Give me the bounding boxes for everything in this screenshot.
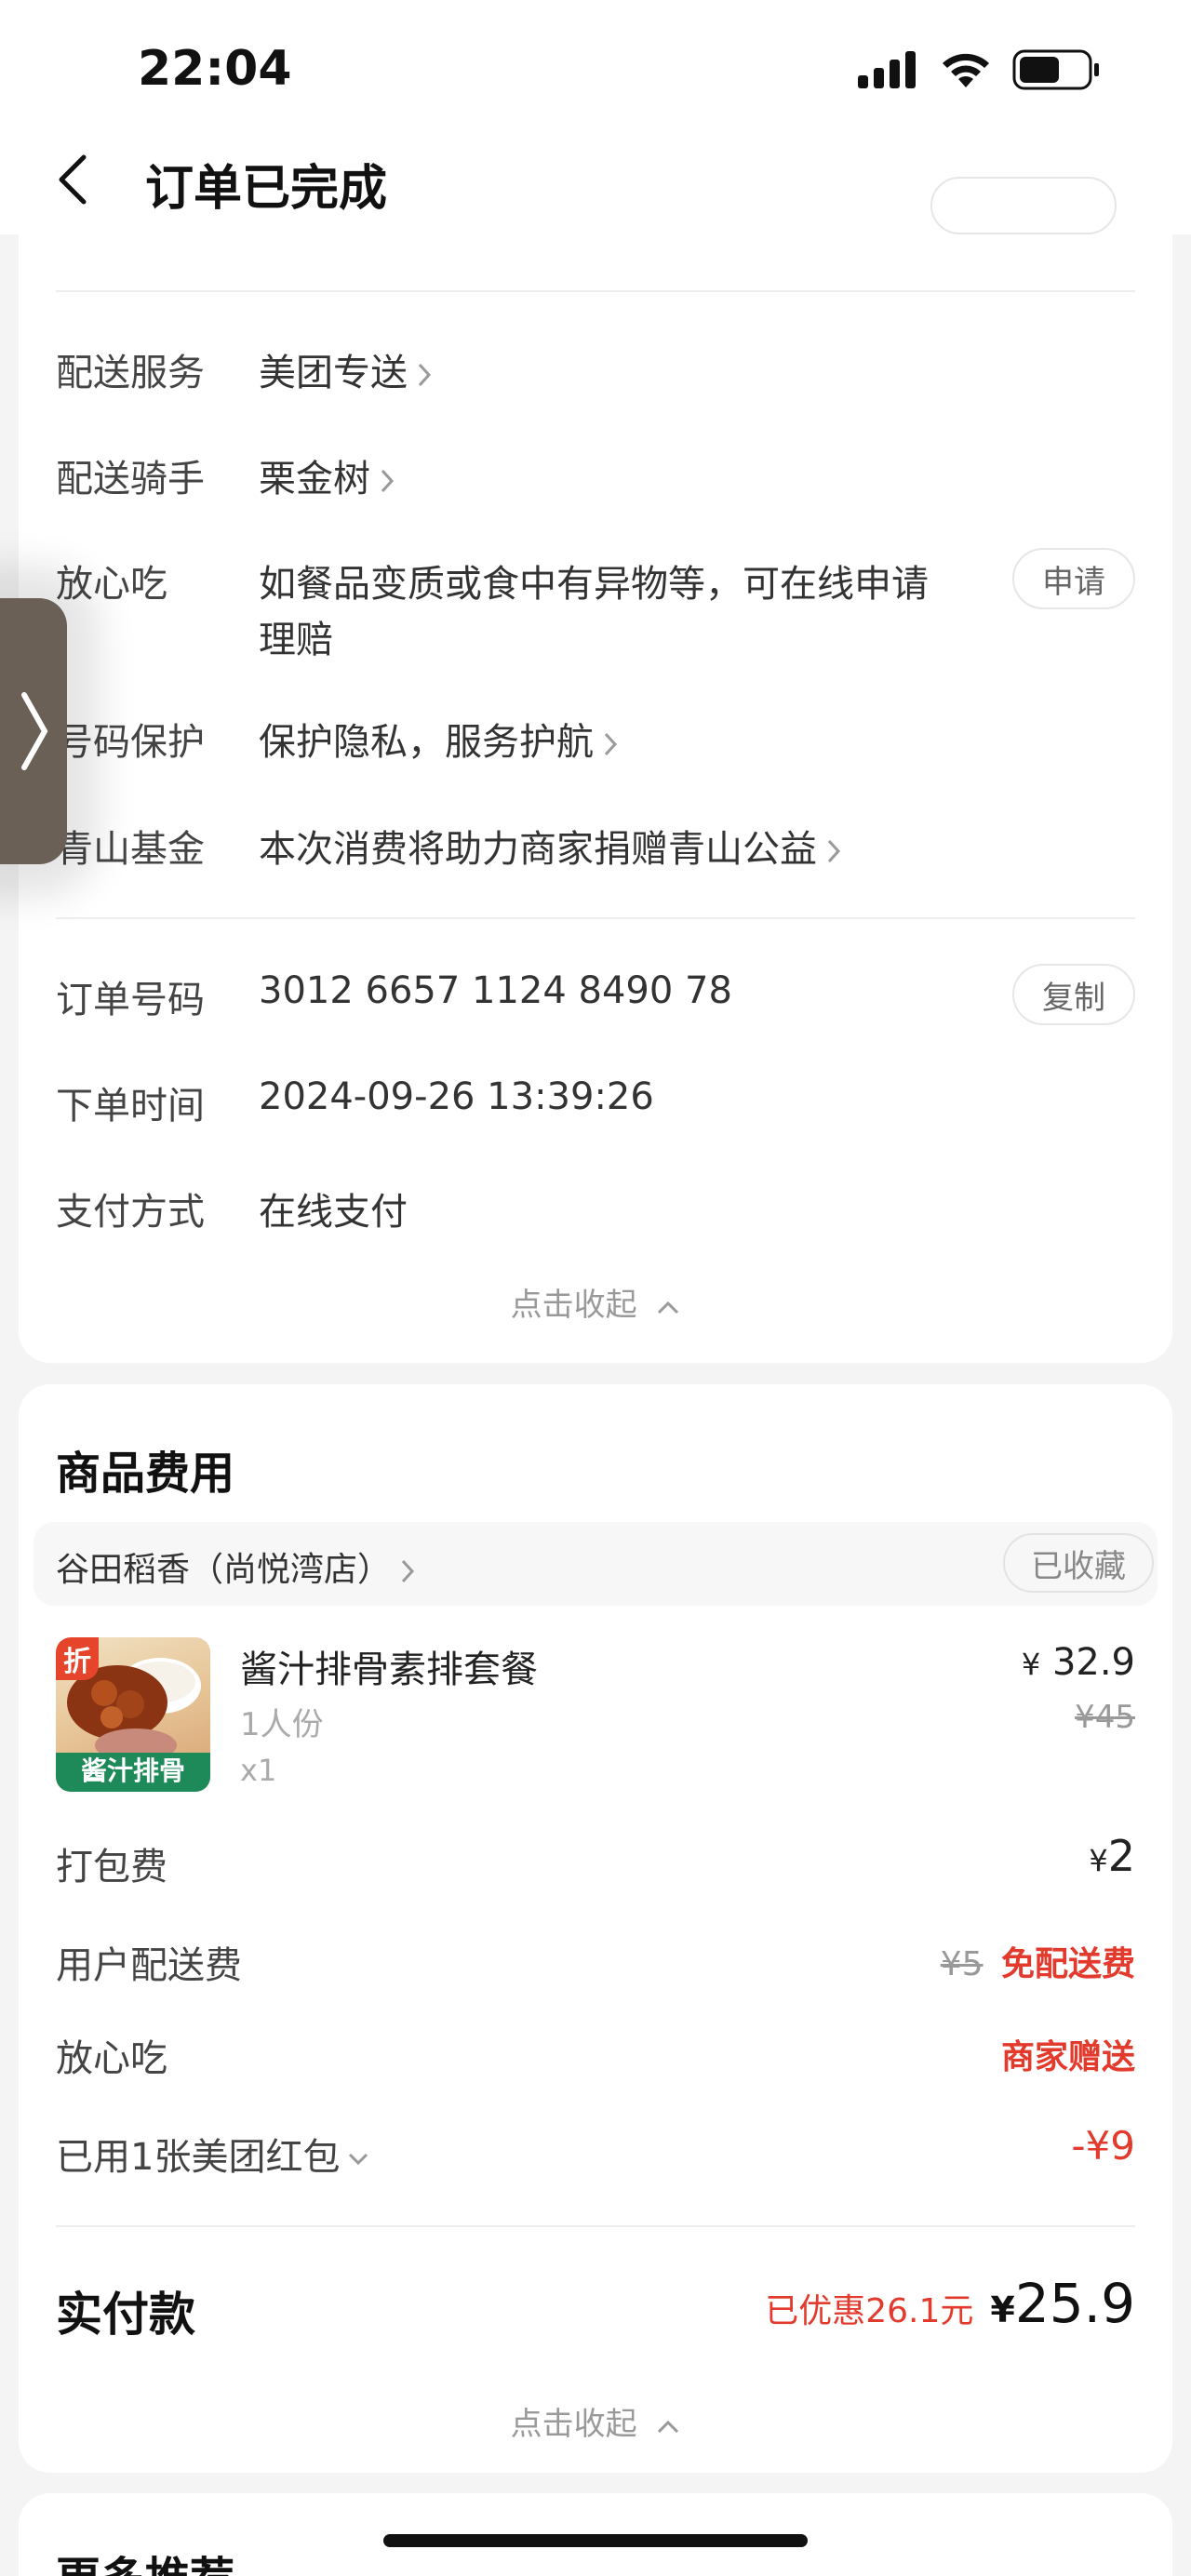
total-label: 实付款: [56, 2288, 195, 2342]
fee-card: 商品费用 谷田稻香（尚悦湾店） 已收藏 折 酱汁排骨 酱汁排骨素排套餐 1人份 …: [19, 1384, 1172, 2473]
item-price: ¥ 32.9: [1021, 1641, 1135, 1684]
free-delivery-text: 免配送费: [1000, 1945, 1135, 1983]
packing-fee-value: ¥2: [1089, 1831, 1135, 1881]
red-packet-row[interactable]: 已用1张美团红包: [56, 2127, 1135, 2182]
safe-eat-row: 放心吃 如餐品变质或食中有异物等，可在线申请 理赔 申请: [56, 548, 1135, 674]
collapse-button[interactable]: 点击收起: [19, 1279, 1172, 1325]
total-block: 已优惠26.1元 ¥25.9: [765, 2272, 1135, 2335]
item-spec: 1人份: [240, 1706, 324, 1743]
chevron-right-icon: [381, 469, 395, 493]
status-icons: [858, 48, 1102, 91]
status-time: 22:04: [138, 41, 292, 97]
safe-eat-fee-label: 放心吃: [56, 2037, 167, 2080]
total-amount: ¥25.9: [990, 2272, 1135, 2335]
order-number-label: 订单号码: [56, 979, 205, 1021]
chevron-up-icon: [658, 1301, 679, 1315]
safe-eat-fee-row: 放心吃: [56, 2028, 1135, 2084]
payment-row: 支付方式 在线支付: [56, 1181, 1135, 1237]
image-caption: 酱汁排骨: [80, 1755, 185, 1786]
chevron-right-icon: [21, 692, 48, 770]
status-bar: 22:04: [0, 0, 1191, 130]
divider: [56, 917, 1135, 919]
recommend-title: 更多推荐: [56, 2542, 234, 2576]
safe-eat-line2: 理赔: [259, 619, 333, 661]
wifi-icon: [943, 53, 989, 87]
privacy-value: 保护隐私，服务护航: [259, 712, 618, 766]
discount-text: 已优惠26.1元: [765, 2292, 974, 2330]
shop-bar[interactable]: 谷田稻香（尚悦湾店） 已收藏: [33, 1522, 1158, 1606]
favorite-button[interactable]: 已收藏: [1003, 1533, 1154, 1593]
order-number-value: 3012 6657 1124 8490 78: [259, 969, 732, 1012]
item-image[interactable]: 折 酱汁排骨: [56, 1637, 210, 1792]
rider-row[interactable]: 配送骑手 栗金树: [56, 448, 1135, 504]
item-qty: x1: [240, 1753, 277, 1788]
rider-label: 配送骑手: [56, 458, 205, 501]
payment-value: 在线支付: [259, 1191, 408, 1234]
divider: [56, 290, 1135, 292]
red-packet-value: -¥9: [1071, 2123, 1135, 2169]
packing-fee-label: 打包费: [56, 1846, 167, 1889]
delivery-fee-label: 用户配送费: [56, 1944, 242, 1987]
payment-label: 支付方式: [56, 1191, 205, 1234]
side-drawer-tab[interactable]: [0, 598, 67, 864]
order-info-card: 配送服务 美团专送 配送骑手 栗金树 放心吃 如餐品变质或食中有异物等，可在线申…: [19, 177, 1172, 1363]
chevron-right-icon: [401, 1559, 415, 1583]
discount-badge: 折: [56, 1637, 99, 1680]
item-original-price: ¥45: [1075, 1699, 1135, 1736]
chevron-down-icon: [349, 2153, 368, 2166]
chevron-right-icon: [604, 732, 618, 756]
home-indicator: [383, 2534, 808, 2547]
battery-icon: [1012, 49, 1099, 90]
chevron-up-icon: [658, 2420, 679, 2434]
collapse-label: 点击收起: [510, 1287, 637, 1324]
back-button[interactable]: [56, 147, 112, 212]
safe-eat-fee-value: 商家赠送: [1000, 2038, 1135, 2076]
delivery-fee-value: ¥5 免配送费: [941, 1937, 1135, 1985]
copy-button[interactable]: 复制: [1012, 964, 1135, 1025]
chevron-left-icon: [59, 154, 87, 205]
safe-eat-label: 放心吃: [56, 563, 167, 606]
partial-pill: [930, 177, 1117, 234]
delivery-service-row[interactable]: 配送服务 美团专送: [56, 342, 1135, 398]
fee-section-title: 商品费用: [56, 1448, 235, 1500]
collapse-button[interactable]: 点击收起: [19, 2398, 1172, 2444]
delivery-fee-original: ¥5: [940, 1945, 984, 1983]
privacy-label: 号码保护: [56, 721, 205, 764]
order-time-row: 下单时间 2024-09-26 13:39:26: [56, 1075, 1135, 1131]
rider-value: 栗金树: [259, 448, 395, 502]
order-time-label: 下单时间: [56, 1085, 205, 1128]
chevron-right-icon: [418, 363, 432, 387]
signal-icon: [858, 51, 916, 88]
chevron-right-icon: [827, 839, 841, 863]
safe-eat-line1: 如餐品变质或食中有异物等，可在线申请: [259, 563, 929, 606]
delivery-service-value: 美团专送: [259, 342, 432, 396]
packing-fee-row: 打包费: [56, 1836, 1135, 1892]
item-name: 酱汁排骨素排套餐: [240, 1648, 538, 1691]
privacy-row[interactable]: 号码保护 保护隐私，服务护航: [56, 712, 1135, 767]
page-title: 订单已完成: [145, 161, 388, 217]
order-time-value: 2024-09-26 13:39:26: [259, 1075, 654, 1118]
fund-value: 本次消费将助力商家捐赠青山公益: [259, 819, 841, 873]
red-packet-label: 已用1张美团红包: [56, 2127, 369, 2181]
order-number-row: 订单号码 3012 6657 1124 8490 78 复制: [56, 964, 1135, 1025]
divider: [56, 2225, 1135, 2227]
delivery-service-label: 配送服务: [56, 352, 205, 394]
collapse-label: 点击收起: [510, 2406, 637, 2443]
apply-button[interactable]: 申请: [1012, 548, 1135, 609]
fund-label: 青山基金: [56, 828, 205, 871]
shop-name: 谷田稻香（尚悦湾店）: [56, 1542, 415, 1591]
fund-row[interactable]: 青山基金 本次消费将助力商家捐赠青山公益: [56, 819, 1135, 874]
